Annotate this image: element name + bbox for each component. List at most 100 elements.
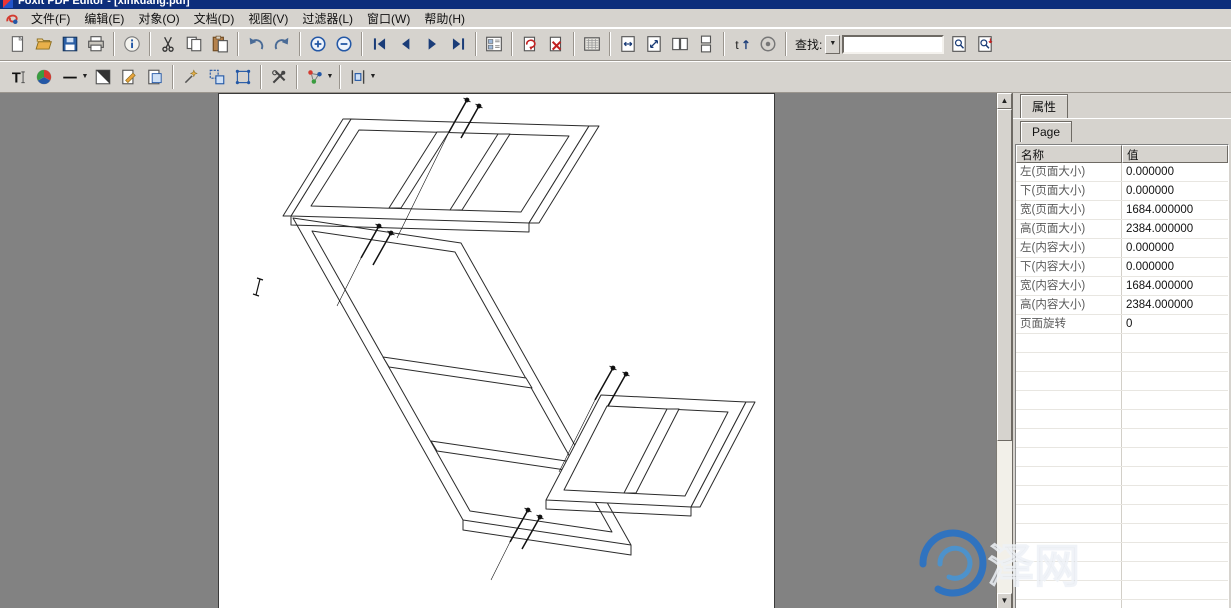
app-window-icon <box>3 0 13 8</box>
property-value-empty <box>1122 467 1228 485</box>
pdf-page[interactable] <box>218 93 775 608</box>
edit-doc-button[interactable] <box>116 64 142 90</box>
print-button[interactable] <box>83 31 109 57</box>
property-value[interactable]: 2384.000000 <box>1122 296 1228 314</box>
edit-doc2-icon <box>146 68 164 86</box>
nav-next-button[interactable] <box>419 31 445 57</box>
menu-view[interactable]: 视图(V) <box>241 9 295 28</box>
print-icon <box>87 35 105 53</box>
property-value[interactable]: 0.000000 <box>1122 182 1228 200</box>
save-button[interactable] <box>57 31 83 57</box>
find-page2-button[interactable] <box>972 31 998 57</box>
property-value-empty <box>1122 391 1228 409</box>
zoom-out-button[interactable] <box>331 31 357 57</box>
property-value[interactable]: 1684.000000 <box>1122 201 1228 219</box>
property-value[interactable]: 1684.000000 <box>1122 277 1228 295</box>
tab-page[interactable]: Page <box>1020 121 1072 142</box>
transform1-button[interactable] <box>204 64 230 90</box>
property-value-empty <box>1122 505 1228 523</box>
document-canvas[interactable] <box>0 93 996 608</box>
property-label-empty <box>1016 429 1122 447</box>
property-label-empty <box>1016 353 1122 371</box>
rotate-page-button[interactable] <box>517 31 543 57</box>
continuous-button[interactable] <box>693 31 719 57</box>
property-label: 页面旋转 <box>1016 315 1122 333</box>
nav-last-button[interactable] <box>445 31 471 57</box>
scroll-down-button[interactable]: ▼ <box>997 593 1012 608</box>
tab-properties[interactable]: 属性 <box>1020 94 1068 118</box>
swatch-button[interactable] <box>90 64 116 90</box>
menu-filter[interactable]: 过滤器(L) <box>295 9 360 28</box>
property-label-empty <box>1016 486 1122 504</box>
find-page2-icon <box>976 35 994 53</box>
new-icon <box>9 35 27 53</box>
cut-button[interactable] <box>155 31 181 57</box>
copy-button[interactable] <box>181 31 207 57</box>
transform2-button[interactable] <box>230 64 256 90</box>
menu-help[interactable]: 帮助(H) <box>417 9 472 28</box>
fit-width-button[interactable] <box>615 31 641 57</box>
delete-page-button[interactable] <box>543 31 569 57</box>
redo-button[interactable] <box>269 31 295 57</box>
vertical-scrollbar[interactable]: ▲ ▼ <box>996 93 1012 608</box>
undo-icon <box>247 35 265 53</box>
property-label: 宽(页面大小) <box>1016 201 1122 219</box>
find-input[interactable] <box>842 35 944 54</box>
menu-object[interactable]: 对象(O) <box>131 9 186 28</box>
property-value[interactable]: 0 <box>1122 315 1228 333</box>
menu-edit[interactable]: 编辑(E) <box>77 9 131 28</box>
property-label-empty <box>1016 505 1122 523</box>
toolbar-separator <box>113 32 115 56</box>
color-wheel-button[interactable] <box>31 64 57 90</box>
text-tool-button[interactable]: T <box>5 64 31 90</box>
paste-button[interactable] <box>207 31 233 57</box>
property-label: 高(页面大小) <box>1016 220 1122 238</box>
nodes-icon <box>306 68 324 86</box>
text-raise-icon: t <box>733 35 751 53</box>
about-circle-button[interactable] <box>755 31 781 57</box>
rotate-page-icon <box>521 35 539 53</box>
info-button[interactable] <box>119 31 145 57</box>
column-header-value[interactable]: 值 <box>1122 145 1228 163</box>
line-tool-dropdown-arrow[interactable]: ▼ <box>80 73 90 80</box>
menu-window[interactable]: 窗口(W) <box>360 9 417 28</box>
find-page-button[interactable] <box>946 31 972 57</box>
new-button[interactable] <box>5 31 31 57</box>
open-button[interactable] <box>31 31 57 57</box>
property-value-empty <box>1122 372 1228 390</box>
distribute-dropdown-arrow[interactable]: ▼ <box>368 73 378 80</box>
column-header-name[interactable]: 名称 <box>1016 145 1122 163</box>
property-row-empty <box>1016 334 1228 353</box>
property-value[interactable]: 0.000000 <box>1122 239 1228 257</box>
text-raise-button[interactable]: t <box>729 31 755 57</box>
thumbnails-button[interactable] <box>481 31 507 57</box>
zoom-in-button[interactable] <box>305 31 331 57</box>
property-value[interactable]: 2384.000000 <box>1122 220 1228 238</box>
property-label-empty <box>1016 467 1122 485</box>
property-value[interactable]: 0.000000 <box>1122 163 1228 181</box>
application-window: Foxit PDF Editor - [xinkuang.pdf] 文件(F)编… <box>0 0 1231 608</box>
property-value-empty <box>1122 353 1228 371</box>
property-row: 下(内容大小)0.000000 <box>1016 258 1228 277</box>
edit-doc2-button[interactable] <box>142 64 168 90</box>
menu-file[interactable]: 文件(F) <box>24 9 77 28</box>
menu-document[interactable]: 文档(D) <box>187 9 242 28</box>
toolbar-separator <box>475 32 477 56</box>
property-value[interactable]: 0.000000 <box>1122 258 1228 276</box>
nav-prev-button[interactable] <box>393 31 419 57</box>
wand-button[interactable] <box>178 64 204 90</box>
two-page-button[interactable] <box>667 31 693 57</box>
scroll-up-button[interactable]: ▲ <box>997 93 1012 109</box>
nodes-dropdown-arrow[interactable]: ▼ <box>325 73 335 80</box>
scroll-thumb[interactable] <box>997 109 1012 441</box>
hex-view-button[interactable] <box>579 31 605 57</box>
text-tool-icon: T <box>9 68 27 86</box>
fit-page-button[interactable] <box>641 31 667 57</box>
nav-first-button[interactable] <box>367 31 393 57</box>
tools-x-button[interactable] <box>266 64 292 90</box>
undo-button[interactable] <box>243 31 269 57</box>
save-icon <box>61 35 79 53</box>
property-label: 左(页面大小) <box>1016 163 1122 181</box>
find-dropdown-button[interactable]: ▼ <box>825 35 840 54</box>
text-cursor <box>253 278 263 296</box>
